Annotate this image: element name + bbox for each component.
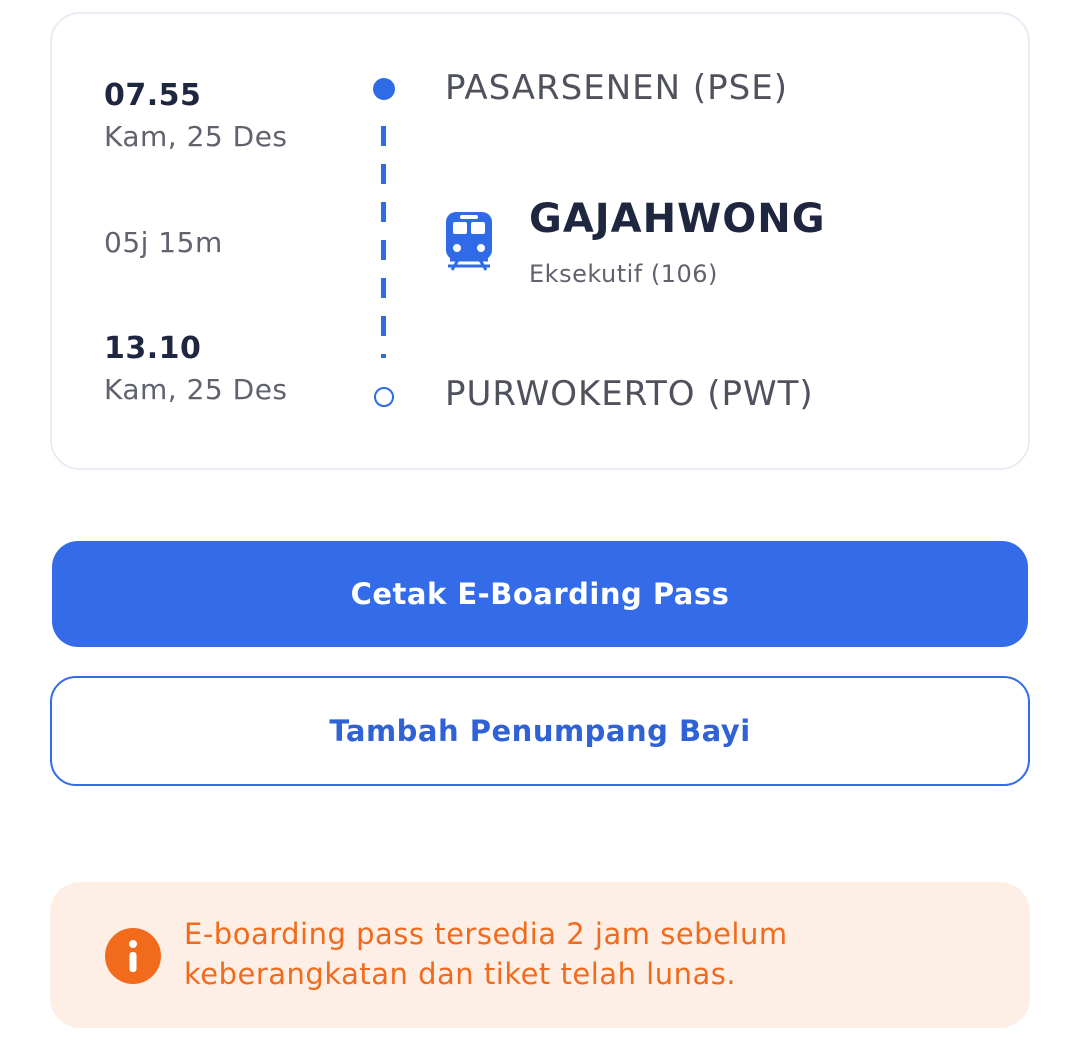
trip-duration: 05j 15m [104,226,223,259]
origin-station: PASARSENEN (PSE) [445,68,789,108]
route-dashed-line [381,126,386,358]
origin-dot [373,78,395,100]
destination-dot [374,387,394,407]
notice-text: E-boarding pass tersedia 2 jam sebelum k… [184,914,984,994]
notice-line-2: keberangkatan dan tiket telah lunas. [184,957,737,991]
departure-time: 07.55 [104,78,202,113]
arrival-date: Kam, 25 Des [104,373,288,406]
print-boarding-pass-button[interactable]: Cetak E-Boarding Pass [52,541,1028,647]
arrival-time: 13.10 [104,331,202,366]
train-class: Eksekutif (106) [529,260,718,288]
train-name: GAJAHWONG [529,196,826,242]
departure-date: Kam, 25 Des [104,120,288,153]
notice-line-1: E-boarding pass tersedia 2 jam sebelum [184,917,788,951]
add-infant-passenger-button[interactable]: Tambah Penumpang Bayi [50,676,1030,786]
info-icon [105,928,161,984]
train-icon [446,212,492,271]
destination-station: PURWOKERTO (PWT) [445,374,814,414]
boarding-pass-notice: E-boarding pass tersedia 2 jam sebelum k… [50,882,1030,1028]
trip-card: 07.55 Kam, 25 Des 05j 15m 13.10 Kam, 25 … [50,12,1030,470]
